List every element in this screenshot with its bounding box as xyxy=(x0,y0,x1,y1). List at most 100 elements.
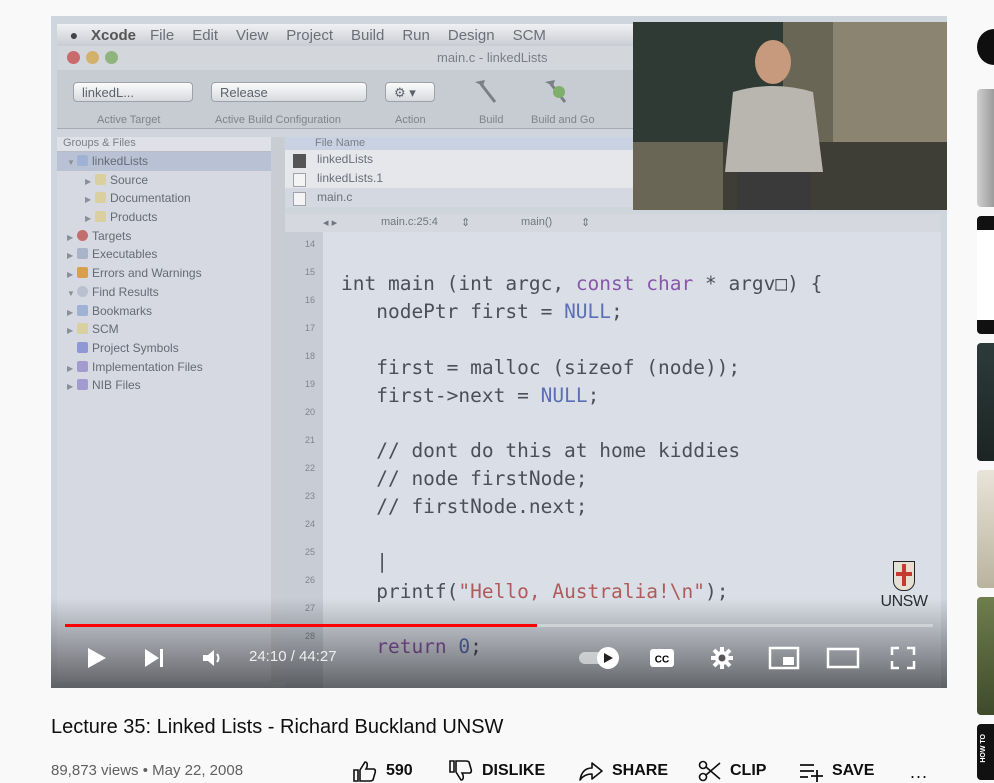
theater-icon xyxy=(826,647,860,669)
scissors-icon xyxy=(698,760,721,782)
line-number: 14 xyxy=(304,239,315,249)
share-icon xyxy=(579,762,603,781)
minimize-light-icon xyxy=(86,51,99,64)
video-frame: ● Xcode File Edit View Project Build Run… xyxy=(51,16,947,688)
group-item: ▼ Find Results xyxy=(67,284,159,299)
zoom-light-icon xyxy=(105,51,118,64)
code-comment-line: // firstNode.next; xyxy=(341,495,588,518)
add-to-playlist-icon xyxy=(800,764,823,782)
menu-xcode: Xcode xyxy=(91,26,137,44)
settings-icon xyxy=(711,647,733,669)
xcode-titlebar: main.c - linkedLists xyxy=(57,46,641,70)
line-number: 26 xyxy=(304,575,315,585)
thumbnail-badge: HOW TO xyxy=(980,734,987,763)
label-build: Build xyxy=(479,114,504,126)
recommended-video-thumbnail[interactable] xyxy=(977,216,994,334)
save-button[interactable]: SAVE xyxy=(798,760,874,782)
volume-button[interactable] xyxy=(197,642,227,674)
menu-edit: Edit xyxy=(192,26,219,44)
build-config-popup: Release xyxy=(211,82,367,102)
group-item: ▶ NIB Files xyxy=(67,378,141,393)
share-button[interactable]: SHARE xyxy=(578,760,668,782)
recommended-video-thumbnail[interactable]: HOW TO xyxy=(977,724,994,780)
lecturer-webcam-inset xyxy=(633,22,947,210)
groups-header: Groups & Files xyxy=(57,137,271,152)
volume-icon xyxy=(203,650,220,666)
line-number: 18 xyxy=(304,351,315,361)
line-number: 17 xyxy=(304,323,315,333)
clip-label: CLIP xyxy=(730,762,767,779)
file-row: linkedLists xyxy=(285,150,635,169)
apple-icon: ● xyxy=(69,27,79,43)
video-title: Lecture 35: Linked Lists - Richard Buckl… xyxy=(51,716,504,738)
svg-text:CC: CC xyxy=(655,655,669,666)
next-button[interactable] xyxy=(139,642,169,674)
recommended-video-thumbnail[interactable] xyxy=(977,597,994,715)
code-comment-line: // node firstNode; xyxy=(341,467,588,490)
label-build-config: Active Build Configuration xyxy=(215,114,341,126)
menu-build: Build xyxy=(350,26,385,44)
autoplay-thumb xyxy=(597,647,619,669)
channel-avatar[interactable] xyxy=(977,29,994,65)
thumbs-down-icon xyxy=(449,760,473,781)
group-item: ▶ Bookmarks xyxy=(67,303,153,318)
target-value: linkedL... xyxy=(82,85,135,100)
file-row: linkedLists.1 xyxy=(285,169,635,188)
miniplayer-button[interactable] xyxy=(767,642,801,674)
captions-button[interactable]: CC xyxy=(647,642,677,674)
xcode-toolbar: linkedL... Release ⚙ ▾ Active Target Act… xyxy=(57,70,641,129)
line-number: 24 xyxy=(304,519,315,529)
file-list-header: File Name xyxy=(285,137,635,150)
line-number: 16 xyxy=(304,295,315,305)
autoplay-toggle[interactable] xyxy=(575,647,619,669)
clip-button[interactable]: CLIP xyxy=(698,760,766,782)
lecturer-image xyxy=(633,22,947,210)
time-display: 24:10 / 44:27 xyxy=(249,648,337,665)
group-item: ▶ Documentation xyxy=(85,191,191,206)
line-number: 25 xyxy=(304,547,315,557)
video-player[interactable]: ● Xcode File Edit View Project Build Run… xyxy=(51,16,947,688)
code-comment-line: // dont do this at home kiddies xyxy=(341,439,741,462)
code-line: first = malloc (sizeof (node)); xyxy=(341,356,741,379)
active-target-popup: linkedL... xyxy=(73,82,193,102)
progress-bar[interactable] xyxy=(65,624,933,627)
group-item: ▶ Executables xyxy=(67,247,158,262)
line-number: 20 xyxy=(304,407,315,417)
like-button[interactable]: 590 xyxy=(352,760,413,782)
fullscreen-button[interactable] xyxy=(887,642,919,674)
file-list: File Name linkedLists linkedLists.1 main… xyxy=(285,137,635,207)
like-count: 590 xyxy=(386,762,413,779)
group-item: ▶ SCM xyxy=(67,322,119,337)
group-item: ▶ Implementation Files xyxy=(67,359,203,374)
recommended-video-thumbnail[interactable] xyxy=(977,343,994,461)
editor-navbar: ◂ ▸ main.c:25:4 ⇕ main() ⇕ xyxy=(285,214,941,233)
label-active-target: Active Target xyxy=(97,114,161,126)
group-item: ▶ Targets xyxy=(67,228,132,243)
play-button[interactable] xyxy=(81,642,111,674)
label-action: Action xyxy=(395,114,426,126)
menu-project: Project xyxy=(286,26,333,44)
group-item: ▼ linkedLists xyxy=(57,152,271,171)
file-row: main.c xyxy=(285,188,635,207)
video-meta: 89,873 views • May 22, 2008 xyxy=(51,762,244,779)
recommended-video-thumbnail[interactable] xyxy=(977,89,994,207)
dislike-button[interactable]: DISLIKE xyxy=(448,760,545,782)
dislike-label: DISLIKE xyxy=(482,762,546,779)
code-line: int main (int argc, const char * argv□) … xyxy=(341,272,823,295)
group-item: ▶ Errors and Warnings xyxy=(67,266,202,281)
navbar-function: main() xyxy=(521,216,553,228)
unsw-crest-icon xyxy=(893,561,915,591)
code-line: nodePtr first = NULL; xyxy=(341,300,623,323)
progress-played xyxy=(65,624,537,627)
settings-button[interactable] xyxy=(707,642,737,674)
theater-mode-button[interactable] xyxy=(825,642,861,674)
build-hammer-icon xyxy=(469,76,499,106)
thumbs-up-icon xyxy=(353,761,377,782)
menu-design: Design xyxy=(447,26,495,44)
cc-icon: CC xyxy=(650,649,674,667)
menu-scm: SCM xyxy=(512,26,546,44)
line-number: 23 xyxy=(304,491,315,501)
line-number: 19 xyxy=(304,379,315,389)
build-and-go-icon xyxy=(539,76,569,106)
recommended-video-thumbnail[interactable] xyxy=(977,470,994,588)
